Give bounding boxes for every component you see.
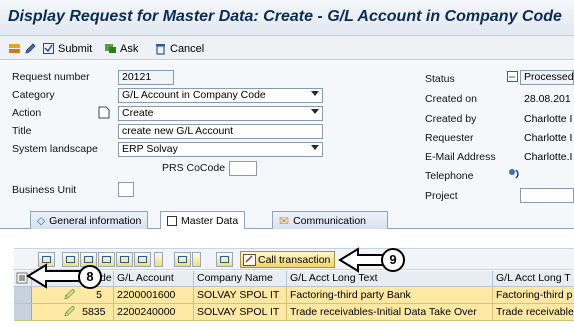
cell-gl-account: 2200001600 <box>114 287 194 304</box>
prs-cocode-field[interactable] <box>229 161 257 176</box>
telephone-label: Telephone <box>425 170 474 182</box>
filter-dropdown-button[interactable] <box>154 252 163 267</box>
chat-icon: ✉ <box>279 213 290 228</box>
window-title: Display Request for Master Data: Create … <box>8 8 562 25</box>
dropdown-arrow-icon <box>311 145 319 150</box>
cell-long-text: Factoring-third party Bank <box>287 287 493 304</box>
cell-code-value: 5 <box>96 289 102 301</box>
cell-long-text-2: Factoring-third p <box>496 289 573 301</box>
request-header-form: Request number 20121 Category G/L Accoun… <box>0 61 574 207</box>
title-label: Title <box>12 125 32 137</box>
tab-master-data[interactable]: Master Data <box>160 211 246 230</box>
category-select[interactable]: G/L Account in Company Code <box>118 88 323 103</box>
created-on-label: Created on <box>425 93 477 105</box>
prs-cocode-label: PRS CoCode <box>162 162 226 174</box>
status-icon <box>507 71 518 82</box>
find-button[interactable] <box>98 252 115 267</box>
filter-button[interactable] <box>134 252 151 267</box>
project-label: Project <box>425 190 458 202</box>
created-by-label: Created by <box>425 113 477 125</box>
created-by-value: Charlotte I <box>524 113 573 125</box>
system-landscape-value: ERP Solvay <box>122 143 178 155</box>
business-unit-label: Business Unit <box>12 184 77 196</box>
cell-gl-account: 2200240000 <box>114 304 194 321</box>
grid-toolbar: Call transaction <box>14 248 574 270</box>
col-header-company-name[interactable]: Company Name <box>194 271 287 287</box>
table-row[interactable]: 🖉 5 2200001600 SOLVAY SPOL IT Factoring-… <box>14 287 574 304</box>
callout-8: 8 <box>78 265 102 289</box>
system-landscape-label: System landscape <box>12 143 98 155</box>
cell-company-name: SOLVAY SPOL IT <box>194 304 287 321</box>
export-button[interactable] <box>174 252 191 267</box>
cell-code-value: 5835 <box>82 306 106 318</box>
request-number-field[interactable]: 20121 <box>118 70 174 85</box>
tab-label: Communication <box>293 214 367 227</box>
leaf-icon: 🖉 <box>64 306 76 318</box>
email-label: E-Mail Address <box>425 151 496 163</box>
dropdown-arrow-icon <box>311 109 319 114</box>
submit-label: Submit <box>58 42 93 55</box>
system-landscape-select[interactable]: ERP Solvay <box>118 142 323 157</box>
table-row[interactable]: 🖉 5835 2200240000 SOLVAY SPOL IT Trade r… <box>14 304 574 321</box>
col-header-gl-account[interactable]: G/L Account <box>114 271 194 287</box>
col-header-long-text[interactable]: G/L Acct Long Text <box>287 271 493 287</box>
cell-code: 🖉 5835 <box>32 304 114 321</box>
cell-code: 🖉 5 <box>32 287 114 304</box>
switch-mode-icon[interactable] <box>8 40 21 57</box>
callout-9: 9 <box>381 248 405 272</box>
row-selector[interactable] <box>14 304 32 320</box>
table-icon <box>167 216 177 226</box>
project-field[interactable] <box>520 188 574 203</box>
cancel-label: Cancel <box>170 42 205 55</box>
trash-icon <box>156 44 165 55</box>
export-dropdown-button[interactable] <box>192 252 201 267</box>
row-selector[interactable] <box>14 287 32 303</box>
ask-icon <box>105 44 116 53</box>
layout-button[interactable] <box>216 252 233 267</box>
tab-general-information[interactable]: ◇ General information <box>30 211 149 229</box>
status-label: Status <box>425 73 455 85</box>
category-value: G/L Account in Company Code <box>122 89 266 101</box>
tab-communication[interactable]: ✉ Communication <box>272 211 388 229</box>
telephone-icon[interactable] <box>507 168 521 180</box>
tab-label: General information <box>49 214 142 227</box>
edit-pencil-icon[interactable] <box>24 40 37 57</box>
cell-company-name: SOLVAY SPOL IT <box>194 287 287 304</box>
find-next-button[interactable] <box>116 252 133 267</box>
request-number-label: Request number <box>12 71 90 83</box>
submit-button[interactable]: Submit <box>42 40 92 57</box>
document-icon <box>98 106 110 119</box>
action-value: Create <box>122 107 154 119</box>
application-toolbar: Submit Ask Cancel <box>0 36 574 60</box>
tab-label: Master Data <box>181 215 239 227</box>
call-transaction-button[interactable]: Call transaction <box>240 251 336 268</box>
leaf-icon: 🖉 <box>64 289 76 301</box>
submit-icon <box>43 43 54 54</box>
created-on-value: 28.08.201 <box>524 93 571 105</box>
cell-long-text: Trade receivables-Initial Data Take Over <box>287 304 493 321</box>
title-field[interactable]: create new G/L Account <box>118 124 323 139</box>
action-select[interactable]: Create <box>118 106 323 121</box>
category-label: Category <box>12 89 55 101</box>
call-transaction-label: Call transaction <box>258 253 331 266</box>
business-unit-field[interactable] <box>118 182 134 197</box>
cell-long-text-2: Trade receivable <box>496 306 574 318</box>
tab-strip: ◇ General information Master Data ✉ Comm… <box>0 207 574 230</box>
callout-9-arrow <box>338 247 385 273</box>
dropdown-arrow-icon <box>311 91 319 96</box>
title-bar: Display Request for Master Data: Create … <box>0 0 574 36</box>
col-header-long-text-2[interactable]: G/L Acct Long T <box>493 271 574 287</box>
ask-label: Ask <box>120 42 139 55</box>
cancel-button[interactable]: Cancel <box>154 40 204 57</box>
requester-value: Charlotte I <box>524 132 573 144</box>
requester-label: Requester <box>425 132 474 144</box>
diamond-icon: ◇ <box>37 214 46 227</box>
email-value: Charlotte.I <box>524 151 573 163</box>
action-label: Action <box>12 107 42 119</box>
callout-8-arrow <box>26 263 81 289</box>
ask-button[interactable]: Ask <box>104 40 138 57</box>
call-transaction-icon <box>243 253 256 266</box>
status-field: Processed <box>520 70 574 85</box>
